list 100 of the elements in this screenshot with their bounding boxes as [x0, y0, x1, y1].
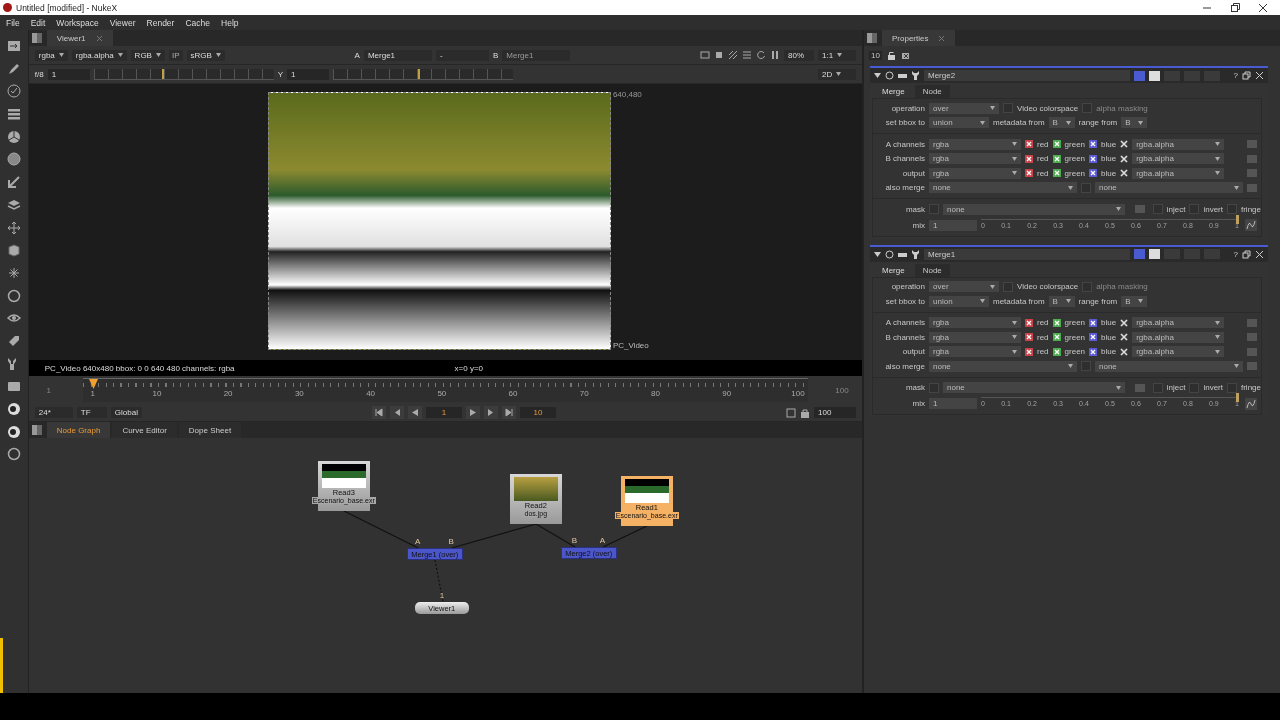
wrench-icon[interactable]	[911, 249, 920, 259]
disc-icon[interactable]	[6, 129, 21, 144]
slider-thumb[interactable]	[1236, 393, 1239, 402]
channels-dropdown[interactable]: rgba	[929, 331, 1021, 343]
view-mode-dropdown[interactable]: 2D	[818, 68, 856, 80]
channel-checkbox[interactable]	[1025, 347, 1033, 356]
node-color-button[interactable]	[1133, 70, 1145, 81]
playhead-icon[interactable]	[88, 379, 98, 389]
play-icon[interactable]	[465, 406, 480, 419]
panel-tab[interactable]: Curve Editor	[112, 422, 177, 438]
float-icon[interactable]	[1242, 249, 1251, 259]
channel-checkbox[interactable]	[1052, 333, 1061, 342]
ball-icon[interactable]	[6, 402, 21, 416]
channel-checkbox[interactable]	[1025, 140, 1033, 149]
alpha-checkbox[interactable]	[1120, 347, 1129, 356]
frame-step-field[interactable]: 10	[519, 407, 556, 418]
channels-dropdown[interactable]: rgba	[929, 346, 1021, 358]
menu-item[interactable]: Cache	[185, 17, 210, 28]
pencil-icon[interactable]	[6, 61, 21, 76]
lock-icon[interactable]	[886, 50, 896, 60]
alpha-dropdown[interactable]: rgba.alpha	[1132, 331, 1225, 343]
gain-slider[interactable]	[93, 68, 274, 80]
node-name-field[interactable]: Merge1	[924, 248, 1130, 260]
channel-dropdown[interactable]: rgba	[34, 49, 68, 61]
gamma-field[interactable]: 1	[287, 68, 330, 80]
channels-dropdown[interactable]: rgba	[929, 167, 1021, 179]
step-forward-icon[interactable]	[483, 406, 498, 419]
slider-thumb[interactable]	[162, 68, 165, 79]
circle-icon[interactable]	[885, 71, 894, 80]
out-frame-field[interactable]: 100	[814, 407, 856, 418]
properties-tab[interactable]: Properties	[882, 30, 956, 46]
also-merge-dropdown[interactable]: none	[1095, 182, 1243, 194]
channel-checkbox[interactable]	[1052, 318, 1061, 327]
wipe-dropdown[interactable]: -	[435, 49, 489, 61]
menu-item[interactable]: Workspace	[56, 17, 99, 28]
node-name-field[interactable]: Merge2	[924, 70, 1130, 81]
help-button[interactable]: ?	[1233, 71, 1238, 80]
square-icon[interactable]	[714, 50, 724, 60]
end-frame-field[interactable]: 100	[828, 385, 856, 395]
menu-item[interactable]: Viewer	[109, 17, 136, 28]
max-panels-field[interactable]: 10	[869, 50, 882, 60]
lines-icon[interactable]	[742, 50, 752, 60]
pause-icon[interactable]	[770, 50, 780, 60]
font-color-button[interactable]	[1148, 70, 1160, 81]
channel-checkbox[interactable]	[1025, 154, 1033, 163]
float-icon[interactable]	[1242, 71, 1251, 80]
ball-icon[interactable]	[6, 424, 21, 439]
gamma-slider[interactable]	[333, 68, 514, 80]
input-b-dropdown[interactable]: Merge1	[502, 49, 571, 61]
channel-checkbox[interactable]	[1052, 347, 1061, 356]
alpha-checkbox[interactable]	[1120, 169, 1129, 178]
bbox-dropdown[interactable]: union	[929, 295, 989, 307]
curve-icon[interactable]	[1245, 397, 1257, 410]
mix-field[interactable]: 1	[929, 219, 977, 231]
collapse-icon[interactable]	[874, 250, 881, 258]
panel-grip-icon[interactable]	[867, 33, 877, 43]
cube-icon[interactable]	[6, 243, 21, 258]
channel-checkbox[interactable]	[1052, 169, 1061, 178]
alpha-checkbox[interactable]	[1120, 154, 1129, 163]
import-icon[interactable]	[6, 39, 21, 53]
circle-icon[interactable]	[6, 288, 21, 303]
menu-item[interactable]: File	[6, 17, 20, 28]
menu-item[interactable]: Render	[146, 17, 175, 28]
start-frame-field[interactable]: 1	[34, 385, 63, 395]
restore-icon[interactable]	[1230, 2, 1240, 13]
clear-icon[interactable]	[900, 50, 910, 60]
channels-dropdown[interactable]: rgba	[929, 153, 1021, 165]
checkbox[interactable]	[1227, 204, 1237, 215]
also-merge-dropdown[interactable]: none	[929, 182, 1077, 194]
channel-checkbox[interactable]	[1089, 154, 1098, 163]
alpha-dropdown[interactable]: rgba.alpha	[1132, 138, 1225, 150]
input-a-dropdown[interactable]: Merge1	[363, 49, 432, 61]
range-dropdown[interactable]: Global	[110, 407, 142, 418]
channel-checkbox[interactable]	[1052, 154, 1061, 163]
menu-item[interactable]: Edit	[30, 17, 46, 28]
circle-icon[interactable]	[885, 249, 894, 259]
range-dropdown[interactable]: B	[1121, 295, 1148, 307]
help-button[interactable]: ?	[1233, 249, 1238, 259]
close-icon[interactable]	[1258, 2, 1268, 13]
ratio-dropdown[interactable]: 1:1	[818, 49, 856, 61]
channel-checkbox[interactable]	[1052, 140, 1061, 149]
current-frame-field[interactable]: 1	[425, 407, 462, 418]
menu-item[interactable]: Help	[221, 17, 239, 28]
square-icon[interactable]	[786, 407, 796, 418]
tf-dropdown[interactable]: TF	[76, 407, 107, 418]
channel-checkbox[interactable]	[1025, 318, 1033, 327]
timeline-ruler[interactable]: 1 10 20 30 40 50 60 70 80 90 100	[82, 378, 808, 402]
alpha-dropdown[interactable]: rgba.alpha	[1132, 167, 1225, 179]
panel-grip-icon[interactable]	[31, 33, 42, 43]
channels-dropdown[interactable]: rgba	[929, 317, 1021, 329]
viewer-tab[interactable]: Viewer1	[46, 30, 113, 46]
play-backward-icon[interactable]	[407, 406, 422, 419]
channel-dropdown[interactable]: RGB	[130, 49, 165, 61]
asterisk-icon[interactable]	[6, 265, 21, 280]
last-frame-icon[interactable]	[501, 406, 516, 419]
panel-tab[interactable]: Node Graph	[46, 422, 111, 438]
gain-field[interactable]: 1	[47, 68, 90, 80]
alpha-checkbox[interactable]	[1120, 318, 1129, 327]
tray-icon[interactable]	[6, 379, 21, 394]
wrench-icon[interactable]	[911, 71, 920, 80]
